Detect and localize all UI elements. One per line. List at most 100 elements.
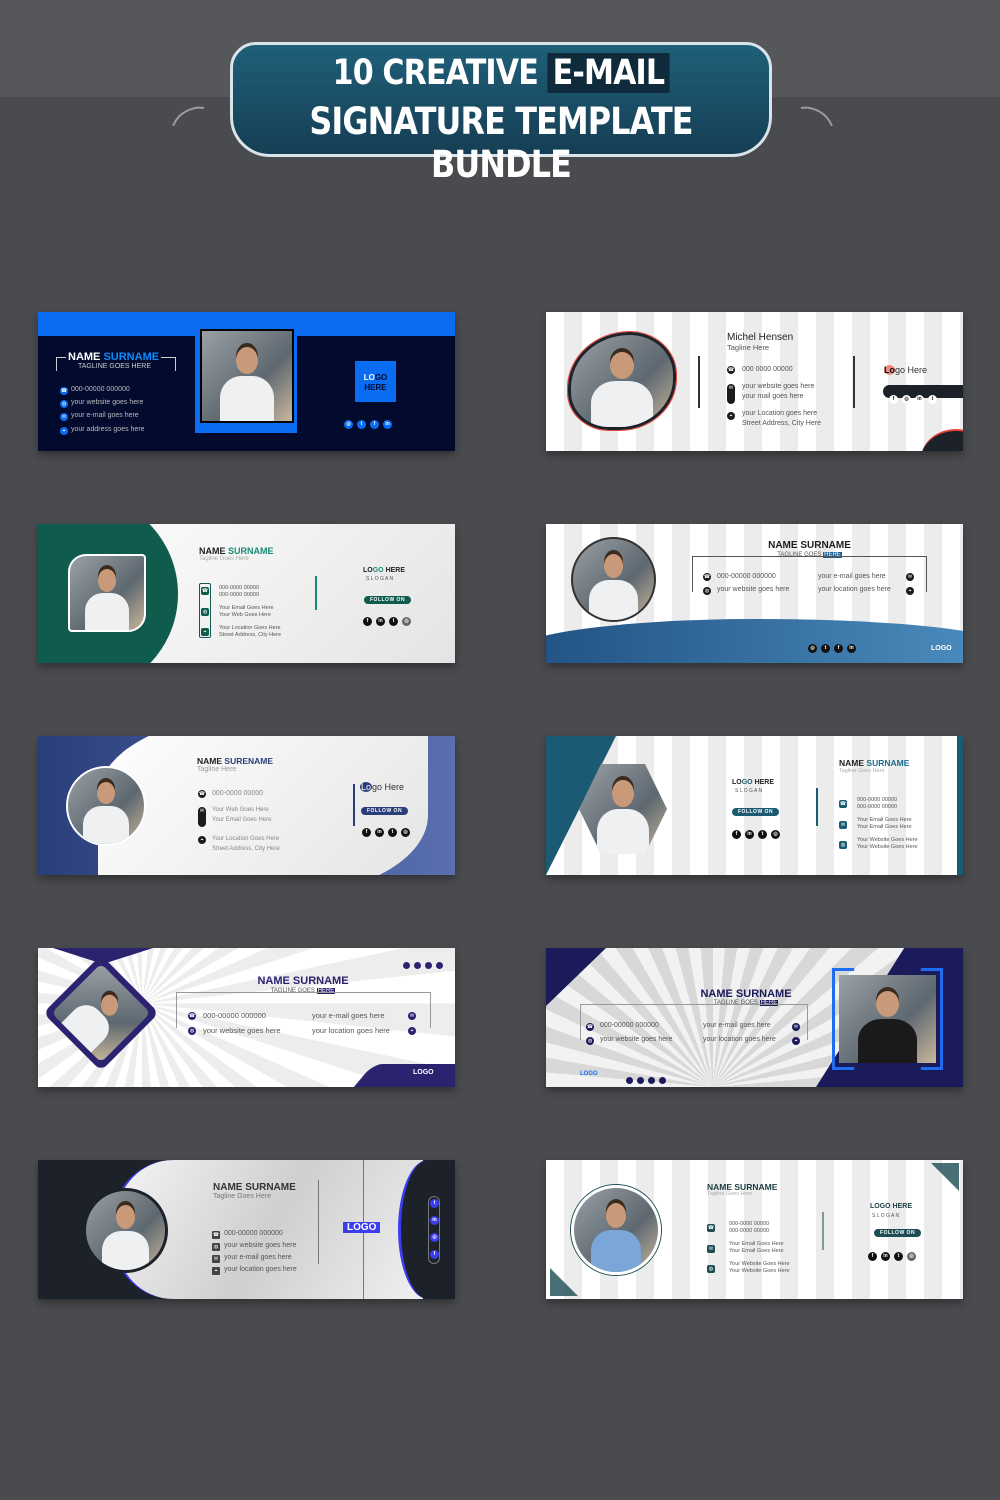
instagram-icon[interactable]: ◎ — [902, 395, 911, 404]
contact-phone: 000-00000 000000 — [600, 1022, 659, 1029]
contact-phone: 000-0000 00000 — [212, 790, 263, 797]
twitter-icon[interactable]: t — [928, 395, 937, 404]
person-silhouette — [96, 781, 116, 805]
social-icons: ◎ t f in — [344, 412, 396, 430]
instagram-icon[interactable] — [626, 1077, 633, 1084]
contact-icon: ⌖ — [906, 587, 914, 595]
tagline: Tagline Goes Here — [707, 1191, 753, 1197]
divider — [822, 1212, 824, 1250]
facebook-icon[interactable]: f — [430, 1250, 439, 1259]
contact-icon: ☎ — [586, 1023, 594, 1031]
twitter-icon[interactable]: t — [389, 617, 398, 626]
facebook-icon[interactable]: f — [889, 395, 898, 404]
contact-icon: ☎ — [703, 573, 711, 581]
linkedin-icon[interactable]: in — [376, 617, 385, 626]
name: NAME SURNAME — [257, 975, 349, 987]
person-silhouette — [84, 593, 130, 630]
twitter-icon[interactable]: t — [758, 830, 767, 839]
linkedin-icon[interactable]: in — [375, 828, 384, 837]
signature-card-6: LOGO HERE S L O G A N FOLLOW ON f in t ◎ NA… — [546, 736, 963, 875]
divider — [698, 356, 700, 408]
twitter-icon[interactable]: t — [821, 644, 830, 653]
contact-icon: ⌖ — [201, 628, 209, 636]
profile-photo — [83, 1188, 168, 1273]
signature-card-4: NAME SURNAME TAGLINE GOES HERE ☎ 000-0000… — [546, 524, 963, 663]
corner-shape — [921, 429, 963, 451]
person-silhouette — [220, 376, 274, 421]
tagline: Tagline Here — [197, 766, 237, 773]
contact-icon: ⌖ — [792, 1037, 800, 1045]
contact-address: Street Address, City Here — [212, 846, 280, 852]
instagram-icon[interactable]: ◎ — [430, 1233, 439, 1242]
linkedin-icon[interactable]: in — [430, 1216, 439, 1225]
decorative-arrow-left-icon — [163, 98, 227, 158]
follow-on-button[interactable]: FOLLOW ON — [361, 807, 409, 815]
facebook-icon[interactable]: f — [370, 420, 379, 429]
text-part: LO — [732, 779, 742, 786]
logo: LOGO — [580, 1071, 598, 1077]
title-banner: 10 CREATIVE E-MAIL SIGNATURE TEMPLATE BU… — [230, 42, 772, 186]
text-part: HERE — [364, 383, 387, 392]
name: NAME SURNAME — [66, 351, 162, 363]
instagram-icon[interactable]: ◎ — [808, 644, 817, 653]
contact-website: your website goes here — [71, 399, 144, 406]
social-icons: t in ◎ f — [428, 1196, 440, 1264]
twitter-icon[interactable] — [637, 1077, 644, 1084]
instagram-icon[interactable]: ◎ — [402, 617, 411, 626]
person-silhouette — [236, 347, 258, 375]
facebook-icon[interactable]: f — [362, 828, 371, 837]
facebook-icon[interactable] — [648, 1077, 655, 1084]
person-silhouette — [590, 1230, 642, 1272]
person-silhouette — [612, 780, 634, 808]
facebook-icon[interactable]: f — [363, 617, 372, 626]
twitter-icon[interactable]: t — [430, 1199, 439, 1208]
text-part: SURNAME — [103, 351, 160, 363]
text-part: Lo — [884, 365, 895, 375]
linkedin-icon[interactable]: in — [847, 644, 856, 653]
linkedin-icon[interactable]: in — [383, 420, 392, 429]
contact-icon: ✉ — [906, 573, 914, 581]
instagram-icon[interactable] — [403, 962, 410, 969]
linkedin-icon[interactable] — [436, 962, 443, 969]
contact-website: your website goes here — [600, 1036, 673, 1043]
contact-icon: ☎ — [198, 790, 206, 798]
contact-email: your e-mail goes here — [818, 573, 886, 580]
text-part: LO — [363, 373, 375, 382]
contact-icon: ✉ — [707, 1245, 715, 1253]
contact-icon: ⌖ — [727, 412, 735, 420]
linkedin-icon[interactable] — [659, 1077, 666, 1084]
text-part: Lo — [360, 782, 373, 792]
twitter-icon[interactable]: t — [388, 828, 397, 837]
contact-icon: ⌖ — [212, 1267, 220, 1275]
contact-phone: 000-0000 00000 — [219, 585, 260, 591]
follow-on-button[interactable]: FOLLOW ON — [732, 808, 780, 816]
instagram-icon[interactable]: ◎ — [344, 420, 353, 429]
linkedin-icon[interactable]: in — [745, 830, 754, 839]
facebook-icon[interactable]: f — [868, 1252, 877, 1261]
photo-corners — [832, 968, 943, 1070]
instagram-icon[interactable]: ◎ — [907, 1252, 916, 1261]
instagram-icon[interactable]: ◎ — [401, 828, 410, 837]
name: NAME SURNAME — [839, 758, 909, 768]
slogan: S L O G A N — [872, 1213, 900, 1219]
divider — [816, 788, 818, 826]
contact-email: your mail goes here — [742, 393, 804, 400]
twitter-icon[interactable]: t — [894, 1252, 903, 1261]
follow-on-button[interactable]: FOLLOW ON — [874, 1229, 922, 1237]
facebook-icon[interactable]: f — [834, 644, 843, 653]
linkedin-icon[interactable]: in — [915, 395, 924, 404]
follow-on-button[interactable]: FOLLOW ON — [364, 596, 412, 604]
twitter-icon[interactable]: t — [357, 420, 366, 429]
twitter-icon[interactable] — [414, 962, 421, 969]
person-silhouette — [605, 1203, 627, 1229]
social-icons: f ◎ in t — [883, 385, 963, 404]
contact-website-2: Your Website Goes Here — [857, 844, 918, 850]
facebook-icon[interactable]: f — [732, 830, 741, 839]
logo: LOGO HERE — [363, 567, 405, 574]
contact-phone: 000-00000 000000 — [224, 1230, 283, 1237]
contact-email: Your Email Goes Here — [729, 1241, 784, 1247]
instagram-icon[interactable]: ◎ — [771, 830, 780, 839]
contact-address: Street Address, City Here — [742, 420, 821, 427]
linkedin-icon[interactable]: in — [881, 1252, 890, 1261]
facebook-icon[interactable] — [425, 962, 432, 969]
